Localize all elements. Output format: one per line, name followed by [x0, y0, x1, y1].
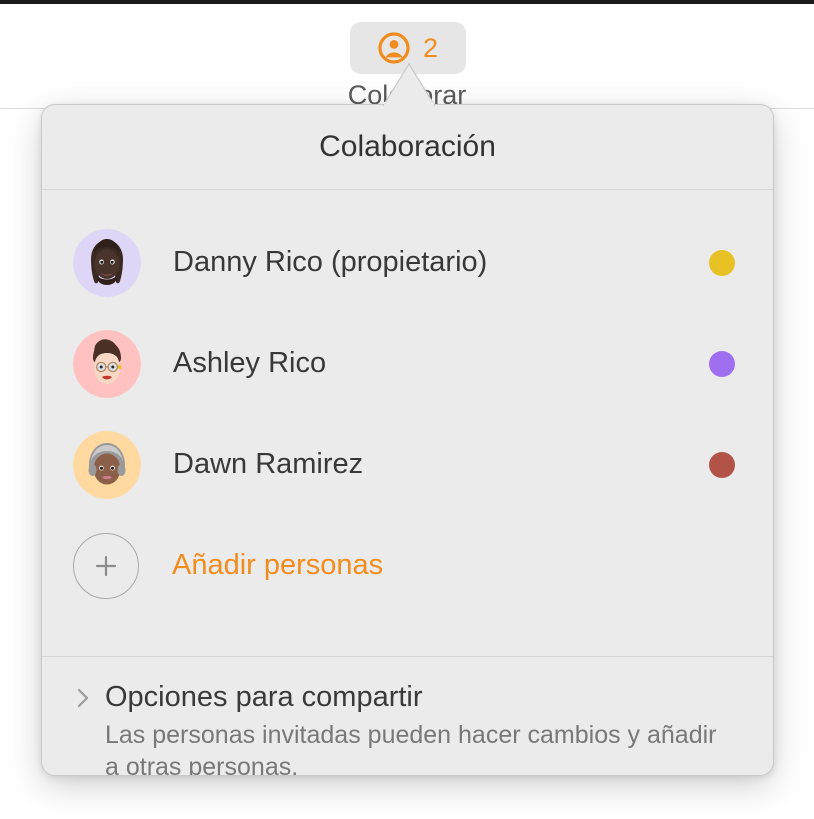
collaborator-count: 2 [422, 32, 439, 63]
add-people-row[interactable]: Añadir personas [42, 515, 773, 616]
participant-name: Ashley Rico [173, 347, 327, 379]
participants-list: Danny Rico (propietario) Ashley Rico Daw… [42, 190, 773, 656]
plus-icon [73, 532, 139, 599]
memoji-avatar [73, 430, 141, 499]
chevron-right-icon [77, 688, 89, 707]
participant-row[interactable]: Danny Rico (propietario) [42, 212, 773, 313]
sharing-options-toggle[interactable]: Opciones para compartir [76, 681, 773, 714]
collaboration-popover: Colaboración Danny Rico (propietario) As… [41, 104, 774, 776]
memoji-avatar [73, 228, 141, 297]
memoji-avatar [73, 329, 141, 398]
popover-title: Colaboración [319, 130, 496, 163]
participant-row[interactable]: Ashley Rico [42, 313, 773, 414]
sharing-options-description: Las personas invitadas pueden hacer camb… [105, 721, 717, 776]
participant-row[interactable]: Dawn Ramirez [42, 414, 773, 515]
person-circle-icon [378, 32, 410, 64]
popover-arrow [383, 62, 435, 106]
participant-status-dot [709, 249, 735, 276]
sharing-options-title: Opciones para compartir [105, 681, 423, 713]
participant-status-dot [709, 451, 735, 478]
add-people-label: Añadir personas [172, 549, 384, 581]
participant-name: Danny Rico (propietario) [173, 246, 488, 278]
participant-status-dot [709, 350, 735, 377]
participant-name: Dawn Ramirez [173, 448, 364, 480]
sharing-options-section: Opciones para compartir Las personas inv… [42, 657, 773, 776]
